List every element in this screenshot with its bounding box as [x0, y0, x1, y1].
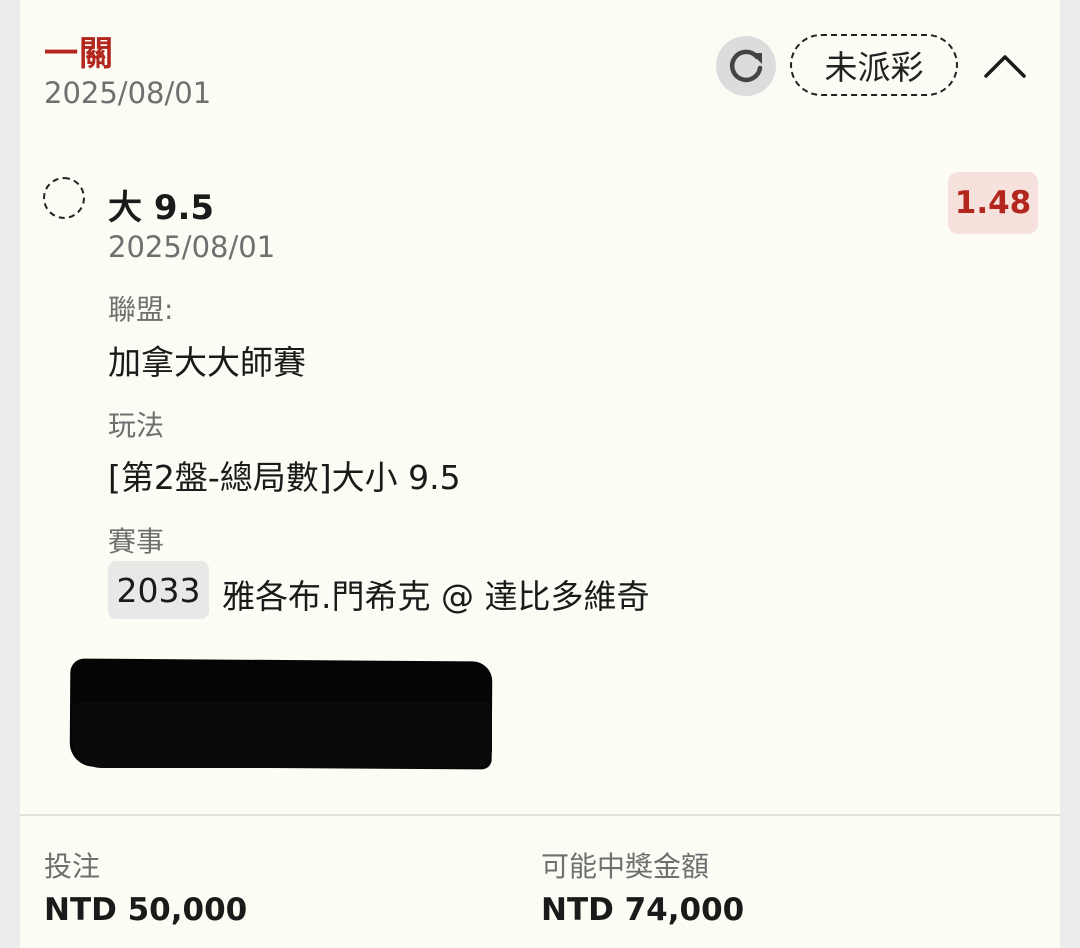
payout-value: NTD 74,000: [541, 892, 745, 928]
odds-badge: 1.48: [948, 172, 1038, 234]
divider: [20, 814, 1060, 816]
stake-label: 投注: [44, 850, 101, 883]
settlement-status-badge: 未派彩: [790, 34, 958, 96]
event-code-badge: 2033: [108, 561, 209, 619]
league-label: 聯盟:: [108, 293, 174, 326]
parlay-type-title: 一關: [44, 34, 114, 74]
market-label: 玩法: [108, 409, 165, 442]
refresh-icon: [729, 49, 763, 83]
chevron-up-icon: [984, 55, 1026, 78]
redaction-mark-lower: [72, 702, 492, 768]
event-name: 雅各布.門希克 @ 達比多維奇: [222, 577, 650, 616]
selection-date: 2025/08/01: [108, 230, 276, 264]
refresh-button[interactable]: [716, 36, 776, 96]
event-label: 賽事: [108, 525, 165, 558]
bet-date: 2025/08/01: [44, 76, 212, 110]
market-value: [第2盤-總局數]大小 9.5: [108, 458, 461, 497]
league-value: 加拿大大師賽: [108, 343, 306, 382]
selection-pick: 大 9.5: [108, 188, 215, 228]
payout-label: 可能中獎金額: [541, 850, 710, 883]
collapse-button[interactable]: [978, 42, 1032, 90]
stake-value: NTD 50,000: [44, 892, 248, 928]
pending-status-icon: [43, 177, 85, 219]
